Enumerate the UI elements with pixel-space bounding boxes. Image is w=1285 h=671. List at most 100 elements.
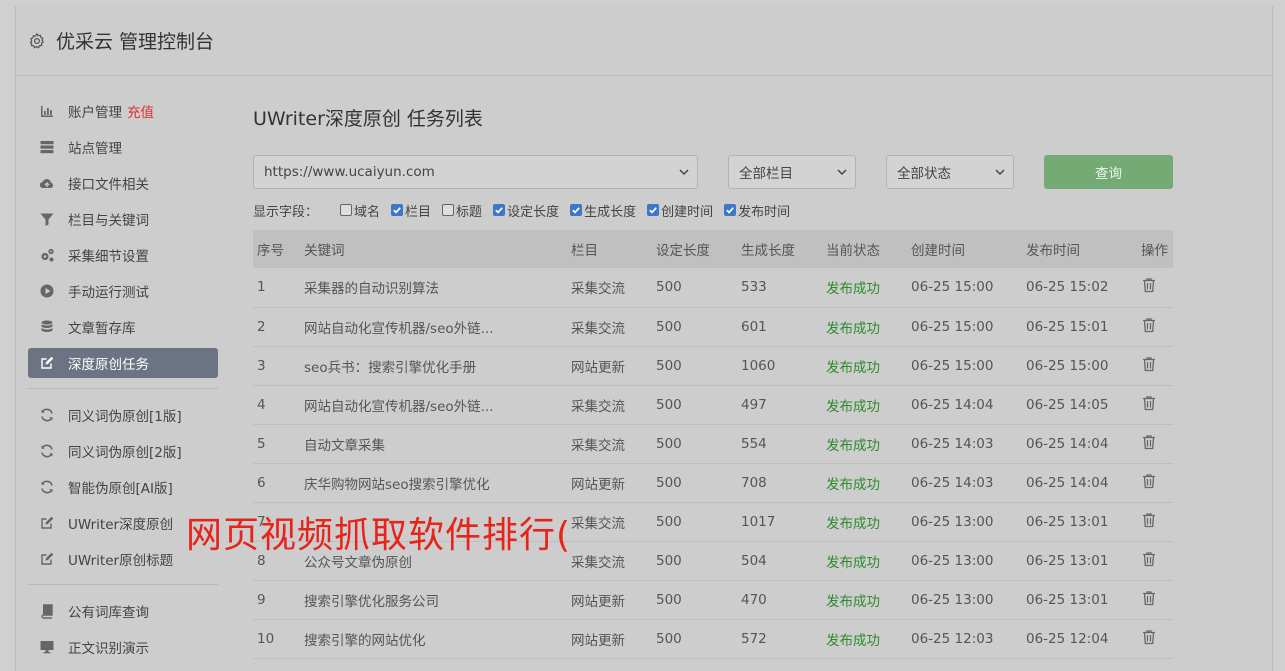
set-length: 500 xyxy=(656,513,682,530)
task-table: 序号 关键词 栏目 设定长度 生成长度 当前状态 创建时间 发布时间 操作 1 采集器的自动识别算… xyxy=(253,230,1173,659)
set-length: 500 xyxy=(656,279,682,296)
status: 发布成功 xyxy=(826,320,880,337)
checkbox-icon xyxy=(493,204,506,216)
checkbox-icon xyxy=(442,204,455,216)
published-time: 06-25 14:04 xyxy=(1026,474,1109,491)
delete-button[interactable] xyxy=(1137,307,1173,346)
column-header: 当前状态 xyxy=(826,243,880,259)
desktop-icon xyxy=(40,641,54,654)
trash-icon xyxy=(1143,278,1155,293)
created-time: 06-25 15:00 xyxy=(911,357,994,374)
generated-length: 554 xyxy=(741,435,767,452)
field-checkbox-6[interactable]: 创建时间 xyxy=(647,201,713,220)
column: 采集交流 xyxy=(571,554,625,571)
row-index: 3 xyxy=(257,357,266,374)
delete-button[interactable] xyxy=(1137,463,1173,502)
bar-chart-icon xyxy=(41,106,53,117)
sidebar-item-a-4[interactable]: 栏目与关键词 xyxy=(28,204,218,234)
field-checkbox-4[interactable]: 设定长度 xyxy=(493,201,559,220)
created-time: 06-25 15:00 xyxy=(911,279,994,296)
created-time: 06-25 14:03 xyxy=(911,435,994,452)
sidebar-item-label: 同义词伪原创[1版] xyxy=(68,409,182,425)
delete-button[interactable] xyxy=(1137,619,1173,658)
column: 网站更新 xyxy=(571,593,625,610)
field-checkbox-3[interactable]: 标题 xyxy=(442,201,482,220)
delete-button[interactable] xyxy=(1137,268,1173,307)
trash-icon xyxy=(1143,551,1155,566)
play-circle-icon xyxy=(40,284,54,298)
field-checkbox-1[interactable]: 域名 xyxy=(340,201,380,220)
sidebar-item-label: 同义词伪原创[2版] xyxy=(68,445,182,461)
column: 采集交流 xyxy=(571,515,625,532)
edit-icon xyxy=(41,552,54,565)
delete-button[interactable] xyxy=(1137,541,1173,580)
sidebar-item-label: 手动运行测试 xyxy=(68,285,149,301)
table-row: 2 网站自动化宣传机器/seo外链... 采集交流 500 601 发布成功 06-25 1… xyxy=(253,307,1173,346)
trash-icon xyxy=(1143,434,1155,449)
row-index: 6 xyxy=(257,474,266,491)
row-index: 2 xyxy=(257,318,266,335)
display-fields: 显示字段： 域名 栏目 标题 设定长度 生成长度 创建时间 发布时间 xyxy=(253,201,1173,220)
field-checkbox-label: 发布时间 xyxy=(738,204,791,220)
created-time: 06-25 13:00 xyxy=(911,552,994,569)
sidebar-item-a-5[interactable]: 采集细节设置 xyxy=(28,240,218,270)
field-checkbox-5[interactable]: 生成长度 xyxy=(570,201,636,220)
keyword: 自动文章采集 xyxy=(304,437,385,454)
created-time: 06-25 14:04 xyxy=(911,396,994,413)
trash-icon xyxy=(1143,512,1155,527)
sidebar-item-a-1[interactable]: 账户管理 充值 xyxy=(28,96,218,126)
delete-button[interactable] xyxy=(1137,502,1173,541)
column-select[interactable]: 全部栏目 xyxy=(728,155,856,189)
chevron-down-icon xyxy=(995,169,1005,176)
trash-icon xyxy=(1143,395,1155,410)
column: 采集交流 xyxy=(571,281,625,298)
field-checkbox-7[interactable]: 发布时间 xyxy=(724,201,790,220)
site-select[interactable]: https://www.ucaiyun.com xyxy=(253,155,698,189)
sidebar-divider xyxy=(28,584,218,585)
sidebar-item-a-2[interactable]: 站点管理 xyxy=(28,132,218,162)
status: 发布成功 xyxy=(826,554,880,571)
sidebar-item-b-2[interactable]: 同义词伪原创[2版] xyxy=(28,436,218,466)
row-index: 1 xyxy=(257,279,266,296)
delete-button[interactable] xyxy=(1137,385,1173,424)
created-time: 06-25 12:03 xyxy=(911,630,994,647)
table-row: 3 seo兵书：搜索引擎优化手册 网站更新 500 1060 发布成功 06-25 15:0… xyxy=(253,346,1173,385)
published-time: 06-25 13:01 xyxy=(1026,513,1109,530)
sidebar-item-c-2[interactable]: 正文识别演示 xyxy=(28,632,218,662)
sidebar-item-b-1[interactable]: 同义词伪原创[1版] xyxy=(28,400,218,430)
delete-button[interactable] xyxy=(1137,424,1173,463)
trash-icon xyxy=(1143,473,1155,488)
filter-bar: https://www.ucaiyun.com 全部栏目 全部状态 查询 xyxy=(253,155,1173,189)
sidebar-item-a-6[interactable]: 手动运行测试 xyxy=(28,276,218,306)
delete-button[interactable] xyxy=(1137,580,1173,619)
sidebar-item-b-3[interactable]: 智能伪原创[AI版] xyxy=(28,472,218,502)
keyword: seo兵书：搜索引擎优化手册 xyxy=(304,359,477,376)
published-time: 06-25 14:05 xyxy=(1026,396,1109,413)
checkbox-icon xyxy=(570,204,583,216)
field-checkbox-2[interactable]: 栏目 xyxy=(391,201,431,220)
sidebar-item-a-3[interactable]: 接口文件相关 xyxy=(28,168,218,198)
status: 发布成功 xyxy=(826,476,880,493)
set-length: 500 xyxy=(656,318,682,335)
sidebar-item-a-8[interactable]: 深度原创任务 xyxy=(28,348,218,378)
recharge-link[interactable]: 充值 xyxy=(127,101,154,121)
trash-icon xyxy=(1143,317,1155,332)
query-button[interactable]: 查询 xyxy=(1044,155,1173,189)
generated-length: 497 xyxy=(741,396,767,413)
sidebar-item-a-7[interactable]: 文章暂存库 xyxy=(28,312,218,342)
field-checkbox-label: 标题 xyxy=(456,204,483,220)
field-checkbox-label: 栏目 xyxy=(405,204,432,220)
sidebar: 账户管理 充值 站点管理接口文件相关 栏目与关键词采集细节设置 手动运行测试文章暂存库深… xyxy=(28,96,218,668)
trash-icon xyxy=(1143,629,1155,644)
field-checkbox-label: 设定长度 xyxy=(507,204,560,220)
status-select[interactable]: 全部状态 xyxy=(886,155,1014,189)
row-index: 4 xyxy=(257,396,266,413)
set-length: 500 xyxy=(656,630,682,647)
display-fields-label: 显示字段： xyxy=(253,204,319,220)
status: 发布成功 xyxy=(826,281,880,298)
published-time: 06-25 13:01 xyxy=(1026,552,1109,569)
sidebar-item-label: 采集细节设置 xyxy=(68,249,149,265)
sidebar-item-c-1[interactable]: 公有词库查询 xyxy=(28,596,218,626)
delete-button[interactable] xyxy=(1137,346,1173,385)
set-length: 500 xyxy=(656,357,682,374)
